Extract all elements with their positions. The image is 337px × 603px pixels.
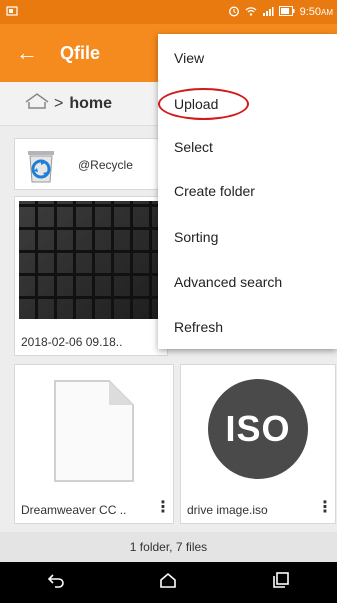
battery-icon — [278, 5, 295, 19]
menu-item-sorting[interactable]: Sorting — [158, 217, 337, 257]
menu-item-label: View — [174, 50, 205, 66]
system-nav-bar — [0, 562, 337, 603]
screen-mirror-icon — [6, 5, 18, 20]
file-name: @Recycle — [78, 158, 133, 172]
file-name: Dreamweaver CC .. — [21, 503, 127, 517]
menu-item-label: Sorting — [174, 229, 219, 245]
file-tile-dreamweaver[interactable]: Dreamweaver CC .. ⋮ — [14, 364, 174, 524]
wifi-icon — [245, 5, 257, 20]
back-nav-icon[interactable] — [47, 572, 65, 593]
file-tile-photo[interactable]: 2018-02-06 09.18.. ⋮ — [14, 196, 169, 356]
time-text: 9:50 — [299, 6, 321, 18]
alarm-icon — [228, 5, 240, 20]
status-indicators: 9:50AM — [228, 5, 333, 20]
photo-thumbnail — [19, 201, 163, 319]
menu-item-advanced-search[interactable]: Advanced search — [158, 262, 337, 302]
back-arrow-icon[interactable]: ← — [16, 40, 38, 66]
app-title: Qfile — [60, 42, 101, 63]
recycle-bin-icon — [21, 145, 61, 190]
breadcrumb-current[interactable]: home — [69, 95, 112, 113]
more-options-icon[interactable]: ⋮ — [317, 497, 333, 517]
overflow-menu: View Upload Select Create folder Sorting… — [158, 34, 337, 349]
menu-item-view[interactable]: View — [158, 38, 337, 78]
breadcrumb-separator: > — [54, 94, 64, 112]
menu-item-label: Refresh — [174, 319, 224, 335]
iso-text: ISO — [225, 408, 291, 449]
more-options-icon[interactable]: ⋮ — [155, 497, 171, 517]
home-icon[interactable] — [24, 92, 50, 115]
menu-item-create-folder[interactable]: Create folder — [158, 171, 337, 211]
file-tile-iso[interactable]: ISO drive image.iso ⋮ — [180, 364, 336, 524]
menu-item-label: Select — [174, 139, 213, 155]
status-bar: 9:50AM — [0, 0, 337, 24]
ampm-text: AM — [321, 8, 333, 17]
file-name: drive image.iso — [187, 503, 268, 517]
signal-icon — [262, 5, 274, 20]
highlight-ring — [158, 88, 249, 120]
menu-item-label: Advanced search — [174, 274, 283, 290]
file-count-text: 1 folder, 7 files — [129, 540, 208, 554]
file-name: 2018-02-06 09.18.. — [21, 335, 123, 349]
menu-item-label: Create folder — [174, 183, 255, 199]
home-nav-icon[interactable] — [159, 572, 177, 593]
recent-apps-icon[interactable] — [272, 572, 290, 593]
menu-item-refresh[interactable]: Refresh — [158, 307, 337, 347]
file-tile-recycle[interactable]: @Recycle ⋮ — [14, 138, 169, 190]
menu-item-select[interactable]: Select — [158, 127, 337, 167]
file-count-bar: 1 folder, 7 files — [0, 532, 337, 562]
file-icon — [51, 379, 137, 483]
iso-icon: ISO — [208, 379, 308, 479]
status-time: 9:50AM — [300, 6, 333, 18]
